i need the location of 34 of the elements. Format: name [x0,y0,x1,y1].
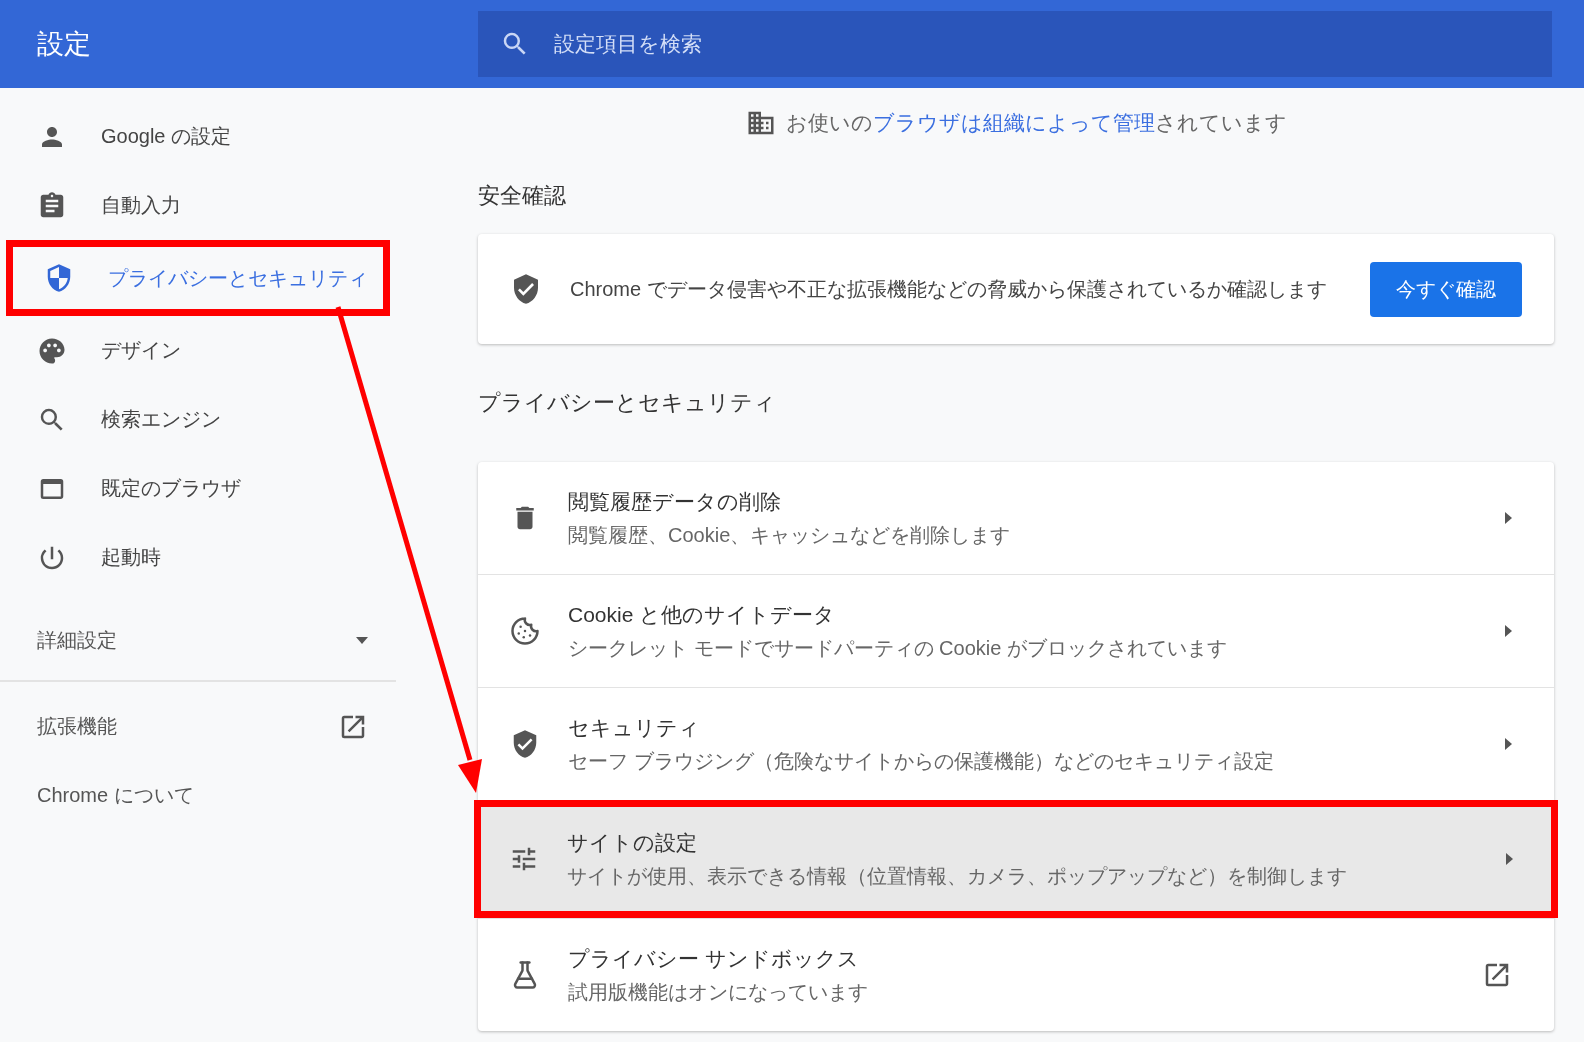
sidebar-item[interactable]: 既定のブラウザ [0,454,396,523]
sidebar-item[interactable]: Google の設定 [0,102,396,171]
settings-row[interactable]: プライバシー サンドボックス 試用版機能はオンになっています [478,918,1554,1031]
search-field[interactable]: 設定項目を検索 [478,11,1552,77]
settings-row[interactable]: Cookie と他のサイトデータ シークレット モードでサードパーティの Cookie がブロックされています [478,574,1554,687]
safety-check-text: Chrome でデータ侵害や不正な拡張機能などの脅威から保護されているか確認します [570,276,1327,302]
advanced-settings-toggle[interactable]: 詳細設定 [0,604,396,676]
row-subtitle: シークレット モードでサードパーティの Cookie がブロックされています [568,635,1228,661]
sidebar-link[interactable]: 拡張機能 [0,692,396,761]
settings-row[interactable]: 閲覧履歴データの削除 閲覧履歴、Cookie、キャッシュなどを削除します [478,462,1554,574]
row-title: セキュリティ [568,714,701,741]
row-subtitle: セーフ ブラウジング（危険なサイトからの保護機能）などのセキュリティ設定 [568,748,1275,774]
sidebar-item[interactable]: 検索エンジン [0,385,396,454]
row-subtitle: 閲覧履歴、Cookie、キャッシュなどを削除します [568,522,1012,548]
row-subtitle: 試用版機能はオンになっています [568,979,869,1005]
row-title: サイトの設定 [567,829,698,856]
section-heading: プライバシーとセキュリティ [478,389,777,417]
row-title: Cookie と他のサイトデータ [568,601,837,628]
sidebar-link[interactable]: Chrome について [0,761,396,830]
sidebar-item[interactable]: 起動時 [0,523,396,592]
sidebar-item[interactable]: プライバシーとセキュリティ [6,240,390,316]
sidebar-item[interactable]: デザイン [0,316,396,385]
managed-link[interactable]: ブラウザは組織によって管理 [872,111,1155,134]
page-title: 設定 [36,28,92,61]
settings-row[interactable]: サイトの設定 サイトが使用、表示できる情報（位置情報、カメラ、ポップアップなど）を制御します [474,800,1558,918]
sidebar-item[interactable]: 自動入力 [0,171,396,240]
cookie-icon [510,616,540,646]
section-heading: 安全確認 [478,182,567,210]
row-subtitle: サイトが使用、表示できる情報（位置情報、カメラ、ポップアップなど）を制御します [567,863,1348,889]
check-now-button[interactable]: 今すぐ確認 [1370,261,1522,317]
row-title: 閲覧履歴データの削除 [568,488,782,515]
row-title: プライバシー サンドボックス [568,945,860,972]
search-input[interactable]: 設定項目を検索 [552,31,1552,57]
managed-notice: お使いのブラウザは組織によって管理されています [785,110,1287,136]
